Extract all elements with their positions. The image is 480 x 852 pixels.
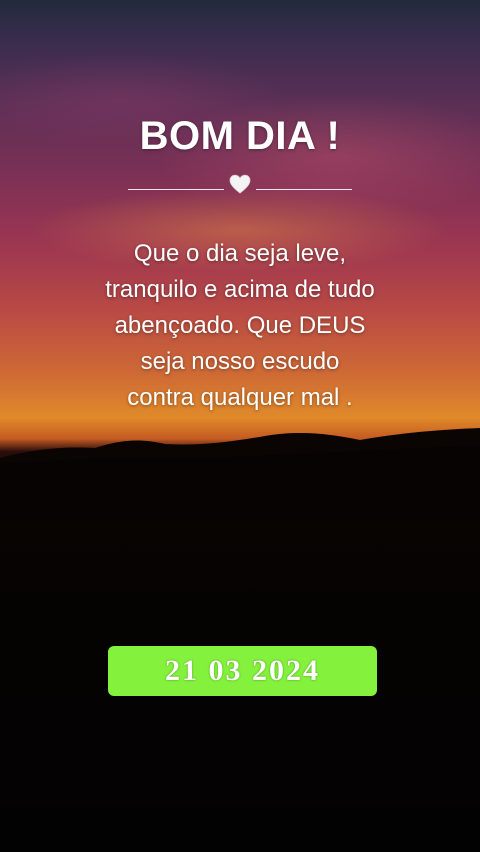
title-divider <box>128 172 352 196</box>
sunset-background: BOM DIA ! Que o dia seja leve, tranquilo… <box>0 0 480 852</box>
divider-line-left <box>128 189 224 190</box>
message-line: tranquilo e acima de tudo <box>105 276 375 303</box>
blessing-message: Que o dia seja leve, tranquilo e acima d… <box>40 236 440 416</box>
message-line: abençoado. Que DEUS <box>114 312 366 339</box>
message-line: seja nosso escudo <box>140 348 340 375</box>
message-line: contra qualquer mal . <box>127 384 353 411</box>
hill-silhouette <box>0 428 480 520</box>
date-badge: 21 03 2024 <box>108 646 377 696</box>
date-text: 21 03 2024 <box>165 654 320 687</box>
message-line: Que o dia seja leve, <box>133 240 347 267</box>
greeting-title: BOM DIA ! <box>139 114 341 158</box>
white-heart-icon <box>229 174 251 194</box>
divider-line-right <box>256 189 352 190</box>
